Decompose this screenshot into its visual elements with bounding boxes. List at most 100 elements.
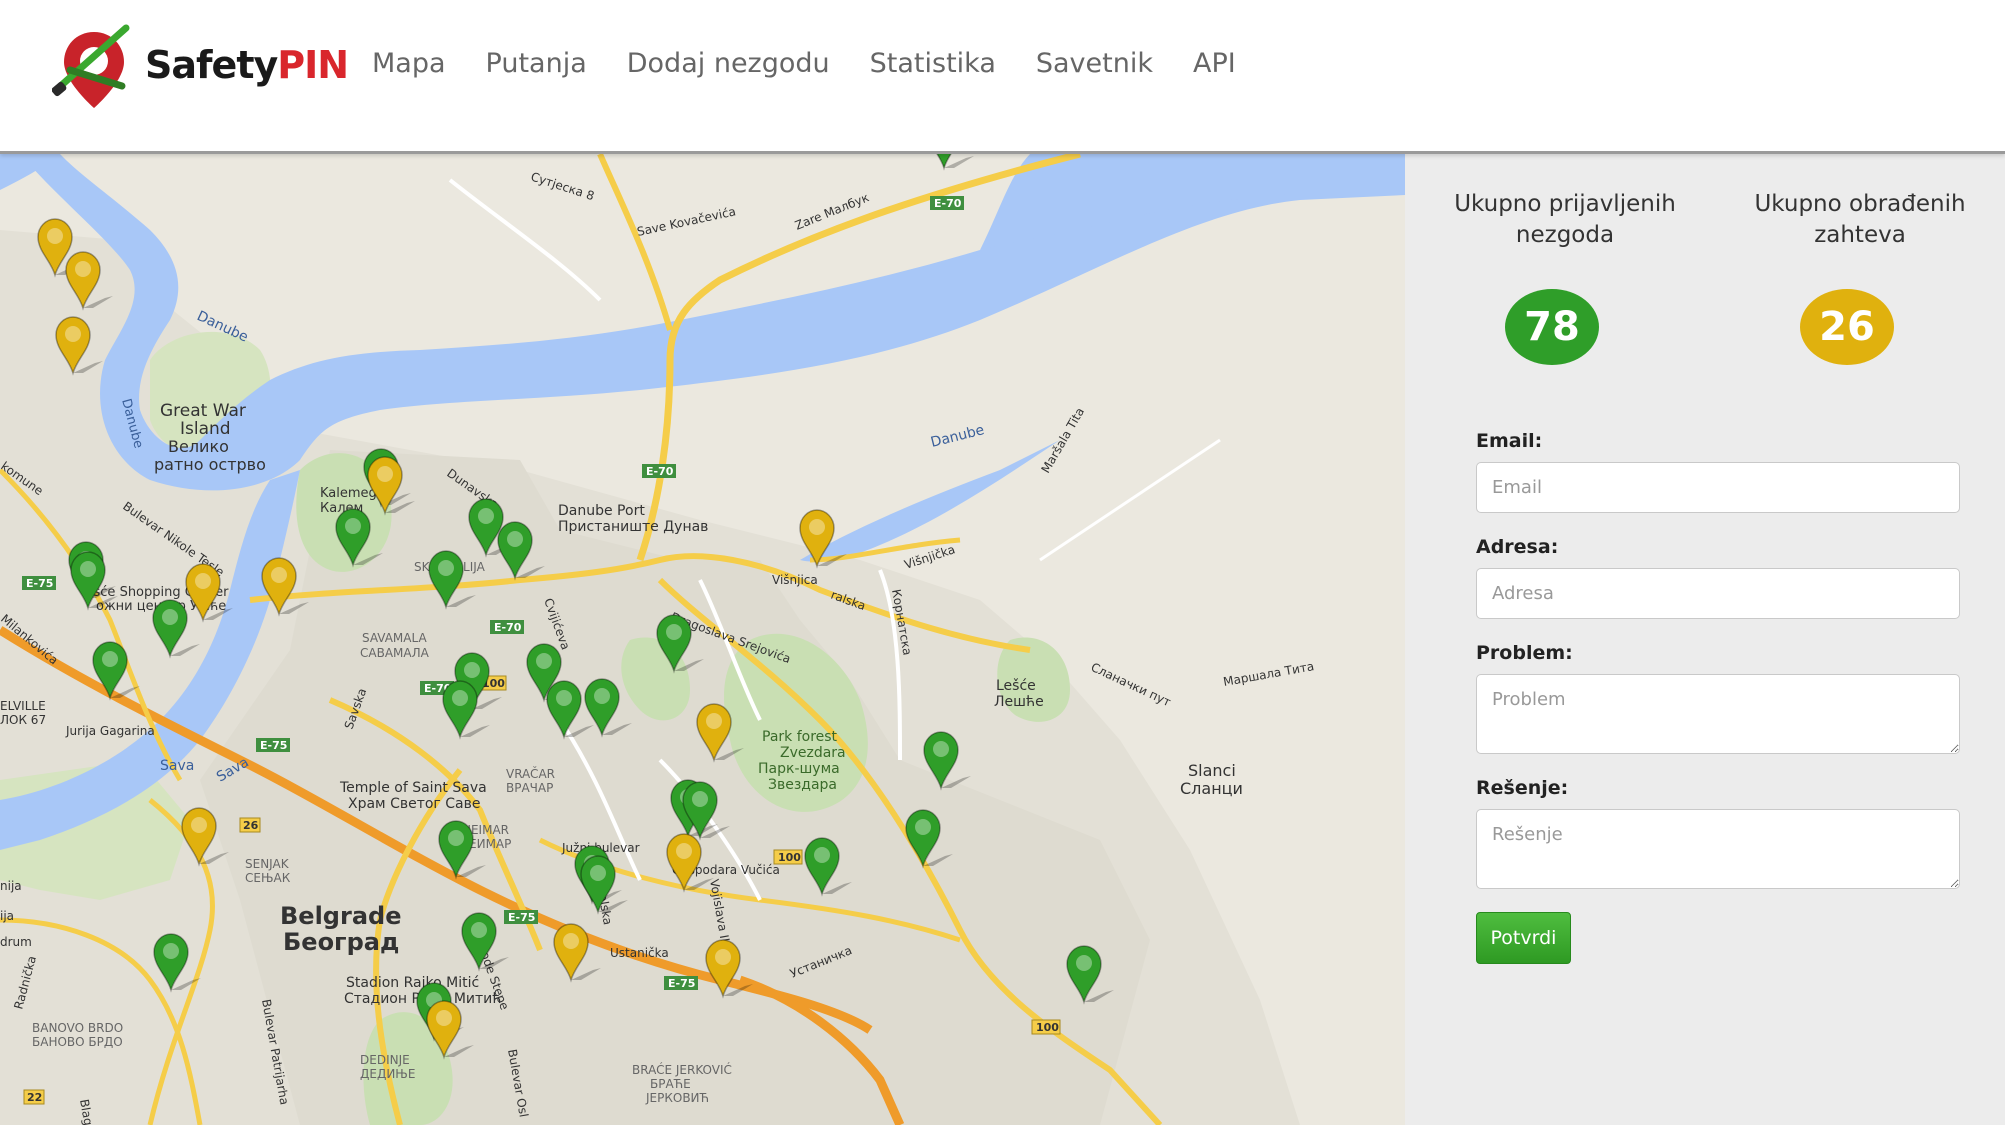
label-ija: ija [0,909,14,923]
brand-name-part1: Safety [145,43,278,87]
marker-dot [271,567,287,583]
label-park-zvezdara-2: Zvezdara [780,745,846,761]
label-brace-jerkovic: BRAĆE JERKOVIĆ [632,1062,732,1077]
problem-field[interactable] [1476,674,1960,754]
marker-dot [471,922,487,938]
marker-dot [933,741,949,757]
submit-button[interactable]: Potvrdi [1476,912,1571,964]
processed-requests-count-badge: 26 [1800,289,1894,365]
label-slanci: Slanci [1188,761,1236,780]
marker-dot [666,624,682,640]
label-lesce: Lešće [996,678,1036,694]
label-savamala-cyr: САВАМАЛА [360,646,430,660]
top-navbar: SafetyPIN Mapa Putanja Dodaj nezgodu Sta… [0,0,2005,154]
marker-dot [102,651,118,667]
problem-label: Problem: [1476,642,1573,664]
marker-dot [438,560,454,576]
label-kalemegdan: Kalemeg [320,486,377,501]
marker-dot [47,228,63,244]
label-visnjica: Višnjica [772,573,818,587]
label-sava-1: Sava [160,758,194,774]
label-dedinje-cyr: ДЕДИЊЕ [360,1067,415,1081]
main-nav: Mapa Putanja Dodaj nezgodu Statistika Sa… [372,44,1276,84]
marker-dot [452,690,468,706]
nav-putanja[interactable]: Putanja [486,44,587,84]
nav-savetnik[interactable]: Savetnik [1036,44,1153,84]
marker-dot [163,943,179,959]
marker-dot [507,531,523,547]
address-label: Adresa: [1476,536,1559,558]
marker-dot [464,662,480,678]
label-lesce-cyr: Лешће [994,694,1044,710]
label-temple-cyr: Храм Светог Саве [348,796,480,812]
marker-dot [80,561,96,577]
nav-api[interactable]: API [1193,44,1236,84]
label-savamala: SAVAMALA [362,631,427,645]
nav-mapa[interactable]: Mapa [372,44,446,84]
map-view[interactable]: Great War Island Велико ратно острво Dan… [0,154,1405,1125]
label-great-war-island: Great War [160,401,246,421]
marker-dot [195,573,211,589]
label-banovo-brdo: BANOVO BRDO [32,1021,123,1035]
label-senjak-cyr: СЕЊАК [245,871,291,885]
email-field[interactable] [1476,462,1960,513]
label-park-zvezdara-cyr-2: Звездара [768,777,837,793]
label-dedinje: DEDINJE [360,1053,410,1067]
shield-e75-1: E-75 [26,577,53,590]
brand-name: SafetyPIN [145,43,349,87]
marker-dot [556,690,572,706]
shield-e70-1: E-70 [934,197,962,210]
nav-dodaj-nezgodu[interactable]: Dodaj nezgodu [627,44,830,84]
shield-e70-2: E-70 [646,465,674,478]
marker-dot [448,830,464,846]
marker-dot [814,847,830,863]
label-great-war-island-cyr-2: ратно острво [154,455,266,474]
marker-dot [715,949,731,965]
marker-dot [692,791,708,807]
marker-dot [563,933,579,949]
shield-100-2: 100 [778,851,801,864]
marker-dot [162,609,178,625]
shield-22: 22 [27,1091,42,1104]
label-great-war-island-2: Island [180,419,231,439]
label-great-war-island-cyr: Велико [168,437,229,456]
label-stadion: Stadion Rajko Mitić [346,975,479,991]
label-jurija-gagarina: Jurija Gagarina [65,724,155,738]
solution-label: Rešenje: [1476,777,1569,799]
label-danube-port: Danube Port [558,503,645,519]
marker-dot [536,653,552,669]
label-temple: Temple of Saint Sava [339,780,487,796]
marker-dot [75,261,91,277]
map-canvas[interactable]: Great War Island Велико ратно острво Dan… [0,154,1405,1125]
marker-dot [65,326,81,342]
shield-e75-4: E-75 [668,977,695,990]
marker-dot [377,466,393,482]
label-belville-cyr: ЛОК 67 [0,713,46,727]
marker-dot [436,1010,452,1026]
label-belgrade: Belgrade [280,902,401,930]
marker-dot [915,819,931,835]
label-vracar-cyr: ВРАЧАР [506,781,553,795]
label-banovo-brdo-cyr: БАНОВО БРДО [32,1035,123,1049]
shield-e75-2: E-75 [260,739,287,752]
processed-requests-label: Ukupno obrađenih zahteva [1754,191,1966,248]
address-field[interactable] [1476,568,1960,619]
marker-dot [590,865,606,881]
shield-e70-3: E-70 [494,621,522,634]
shield-e75-3: E-75 [508,911,535,924]
reported-accidents-count-badge: 78 [1505,289,1599,365]
solution-field[interactable] [1476,809,1960,889]
label-belville: ELVILLE [0,699,46,713]
reported-accidents-label: Ukupno prijavljenih nezgoda [1454,191,1676,248]
report-form: Email: Adresa: Problem: Rešenje: Potvrdi [1476,430,1960,964]
marker-dot [706,713,722,729]
brand-logo[interactable]: SafetyPIN [52,24,349,116]
label-danube-port-cyr: Пристаниште Дунав [558,519,708,535]
label-park-zvezdara-cyr: Парк-шума [758,761,840,777]
nav-statistika[interactable]: Statistika [870,44,996,84]
marker-dot [676,843,692,859]
shield-26: 26 [243,819,259,832]
label-park-zvezdara: Park forest [762,729,838,745]
label-brace-jerkovic-cyr: БРАЋЕ [650,1077,691,1091]
label-ustanicka: Ustanička [610,946,669,960]
